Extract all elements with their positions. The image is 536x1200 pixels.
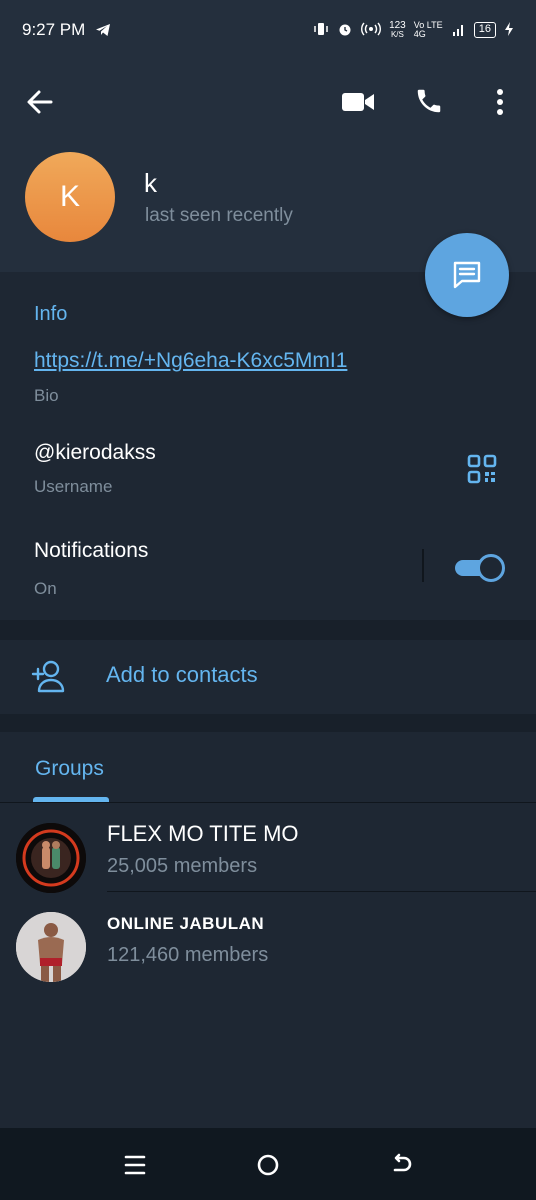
divider — [0, 802, 536, 803]
phone-call-button[interactable] — [410, 82, 448, 120]
bio-link[interactable]: https://t.me/+Ng6eha-K6xc5MmI1 — [34, 349, 347, 373]
divider — [107, 891, 536, 892]
send-message-button[interactable] — [425, 233, 509, 317]
system-back-button[interactable] — [387, 1150, 417, 1180]
notifications-state: On — [34, 579, 57, 598]
net-speed: 123 K/S — [389, 20, 406, 40]
list-item[interactable]: FLEX MO TITE MO 25,005 members — [0, 813, 536, 903]
avatar[interactable]: K — [25, 152, 115, 242]
qr-code-icon — [467, 454, 497, 484]
alarm-icon — [337, 21, 353, 40]
back-arrow-icon — [27, 90, 53, 114]
info-title: Info — [34, 303, 68, 325]
section-gap — [0, 714, 536, 732]
add-user-icon — [30, 658, 68, 694]
back-button[interactable] — [22, 84, 58, 120]
video-call-icon — [342, 93, 374, 111]
profile-name: k — [144, 168, 157, 198]
add-to-contacts-label: Add to contacts — [106, 662, 258, 687]
shared-media-section: Groups FLEX MO TITE MO 25,005 members ON… — [0, 732, 536, 1128]
system-nav-bar — [0, 1128, 536, 1200]
telegram-icon — [95, 22, 111, 38]
video-call-button[interactable] — [338, 84, 378, 120]
phone-icon — [417, 89, 441, 113]
hotspot-icon — [361, 21, 382, 40]
status-bar: 9:27 PM 123 K/S Vo LTE 4G 16 — [0, 0, 536, 60]
info-section: Info https://t.me/+Ng6eha-K6xc5MmI1 Bio … — [0, 272, 536, 620]
toggle-knob — [477, 554, 505, 582]
group-members-count: 25,005 members — [107, 855, 258, 877]
net-speed-unit: K/S — [390, 30, 404, 39]
charging-icon — [504, 21, 514, 40]
tab-groups[interactable]: Groups — [35, 757, 104, 781]
section-gap — [0, 620, 536, 640]
group-avatar — [16, 912, 86, 982]
last-seen-status: last seen recently — [145, 205, 293, 226]
list-item[interactable]: ONLINE JABULAN 121,460 members — [0, 902, 536, 992]
status-time: 9:27 PM — [22, 20, 86, 39]
more-options-button[interactable] — [486, 84, 514, 120]
network-labels: Vo LTE 4G — [413, 20, 443, 39]
group-name: FLEX MO TITE MO — [107, 821, 299, 846]
group-avatar — [16, 823, 86, 893]
username[interactable]: @kierodakss — [34, 441, 156, 465]
add-to-contacts-button[interactable]: Add to contacts — [0, 640, 536, 714]
net-speed-value: 123 — [389, 20, 406, 31]
recent-apps-button[interactable] — [120, 1150, 150, 1180]
vibrate-icon — [313, 21, 329, 40]
group-members-count: 121,460 members — [107, 944, 269, 966]
menu-icon — [124, 1155, 146, 1175]
signal-icon — [452, 22, 466, 39]
notifications-title[interactable]: Notifications — [34, 539, 148, 563]
username-label: Username — [34, 477, 113, 496]
home-icon — [257, 1154, 279, 1176]
more-vertical-icon — [497, 89, 503, 115]
bio-label: Bio — [34, 386, 59, 405]
divider — [422, 549, 424, 582]
notifications-toggle[interactable] — [455, 554, 505, 582]
battery-icon: 16 — [473, 22, 496, 38]
home-button[interactable] — [253, 1150, 283, 1180]
status-icons: 123 K/S Vo LTE 4G 16 — [313, 21, 514, 40]
group-name: ONLINE JABULAN — [107, 914, 265, 933]
message-icon — [453, 261, 481, 289]
back-icon — [393, 1153, 412, 1172]
qr-code-button[interactable] — [466, 453, 498, 485]
